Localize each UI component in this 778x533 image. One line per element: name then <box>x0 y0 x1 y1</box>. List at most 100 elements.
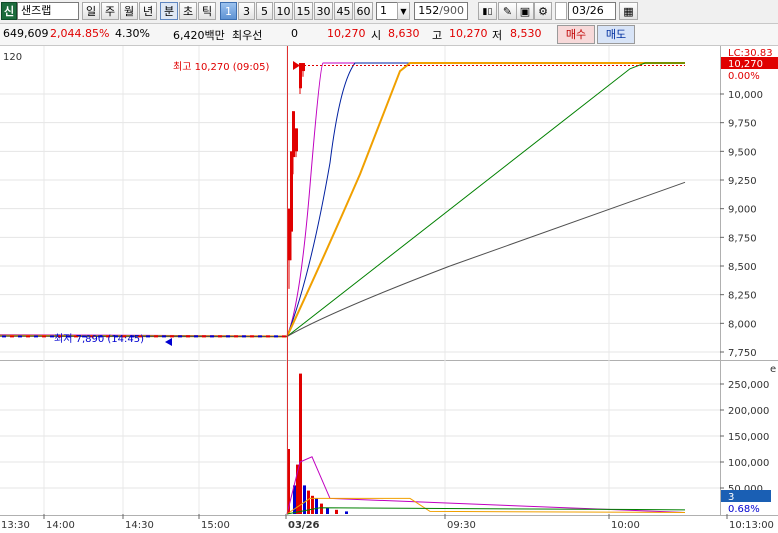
period-year-button[interactable]: 년 <box>139 2 157 20</box>
price-tick-label: 8,750 <box>728 233 757 244</box>
low-label: 저 <box>492 29 503 42</box>
high-label: 고 <box>432 29 443 42</box>
date-field[interactable]: 03/26 <box>568 2 616 20</box>
candle-body <box>242 335 246 338</box>
candle-body <box>170 335 174 338</box>
chevron-down-icon[interactable]: ▼ <box>397 2 410 20</box>
interval-10-button[interactable]: 10 <box>274 2 293 20</box>
sell-button[interactable]: 매도 <box>597 25 635 44</box>
candle-body <box>18 335 22 338</box>
candle-body <box>10 335 14 338</box>
candle-body <box>194 335 198 338</box>
save-icon[interactable]: ▣ <box>516 2 534 20</box>
volume-badge: 3 <box>728 492 734 503</box>
price-tick-label: 8,500 <box>728 262 757 273</box>
candle-body <box>34 335 38 338</box>
candle-body <box>186 335 190 338</box>
percent-badge: 0.00% <box>728 71 760 82</box>
candle-body <box>42 335 46 338</box>
trade-amount: 6,420백만 <box>173 29 225 42</box>
high-price: 10,270 <box>449 27 488 40</box>
candle-body <box>226 335 230 338</box>
time-tick-label: 09:30 <box>447 520 476 531</box>
volume-bar <box>299 373 302 514</box>
volume-bar <box>326 507 329 514</box>
gear-icon[interactable]: ⚙ <box>534 2 552 20</box>
time-tick-label: 13:30 <box>1 520 30 531</box>
time-tick-label: 03/26 <box>288 520 320 531</box>
volume-bar <box>303 485 306 514</box>
count-total: /900 <box>439 4 464 17</box>
candle-body <box>292 111 295 158</box>
volume-tick-label: 150,000 <box>728 432 769 443</box>
candle-body <box>154 335 158 338</box>
price-tick-label: 9,750 <box>728 119 757 130</box>
price-tick-label: 9,000 <box>728 205 757 216</box>
volume-axis-ticks: 250,000200,000150,000100,00050,000 <box>720 380 769 495</box>
interval-1-button[interactable]: 1 <box>220 2 237 20</box>
candle-body <box>266 335 270 338</box>
buy-button[interactable]: 매수 <box>557 25 595 44</box>
time-tick-label: 14:00 <box>46 520 75 531</box>
price-tick-label: 8,250 <box>728 291 757 302</box>
time-tick-label: 10:00 <box>611 520 640 531</box>
candle-body <box>26 335 30 338</box>
time-axis: 13:30 14:00 14:30 15:00 03/26 09:30 10:00 10:13… <box>1 514 774 531</box>
interval-15-button[interactable]: 15 <box>294 2 313 20</box>
candle-body <box>218 335 222 338</box>
price-axis-ticks: 10,000 9,750 9,500 9,250 9,000 8,750 8,500 8,25… <box>720 90 763 359</box>
candle-body <box>258 335 262 338</box>
period-month-button[interactable]: 월 <box>120 2 138 20</box>
price-tick-label: 8,000 <box>728 319 757 330</box>
current-price: 10,270 <box>327 27 366 40</box>
volume-panel-corner-icon: e <box>770 364 776 375</box>
volume-tick-label: 250,000 <box>728 380 769 391</box>
interval-5-button[interactable]: 5 <box>256 2 273 20</box>
volume-percent-badge: 0.68% <box>728 504 760 515</box>
interval-3-button[interactable]: 3 <box>238 2 255 20</box>
price-tick-label: 9,250 <box>728 176 757 187</box>
interval-60-button[interactable]: 60 <box>354 2 373 20</box>
open-price: 8,630 <box>388 27 420 40</box>
count-field[interactable]: 152/900 <box>414 2 468 20</box>
count-value: 152 <box>418 4 440 17</box>
price-tick-label: 9,500 <box>728 147 757 158</box>
candle-body <box>146 335 150 338</box>
calendar-icon[interactable]: ▦ <box>619 2 638 20</box>
volume-bar <box>315 498 318 514</box>
low-price: 8,530 <box>510 27 542 40</box>
interval-select[interactable]: 1 <box>376 2 398 20</box>
period-day-button[interactable]: 일 <box>82 2 100 20</box>
candle-type-icon[interactable]: ▮▯ <box>478 2 497 20</box>
period-tick-button[interactable]: 틱 <box>198 2 216 20</box>
stock-name-field[interactable]: 샌즈랩 <box>17 2 79 20</box>
best-bid-value: 0 <box>291 27 298 40</box>
draw-tool-icon[interactable]: ✎ <box>498 2 517 20</box>
price-tick-label: 10,000 <box>728 90 763 101</box>
volume-bar <box>320 503 323 514</box>
time-tick-label: 10:13:00 <box>729 520 774 531</box>
date-checkbox[interactable] <box>555 2 567 20</box>
candle-body <box>2 335 6 338</box>
period-week-button[interactable]: 주 <box>101 2 119 20</box>
period-minute-button[interactable]: 분 <box>160 2 178 20</box>
volume-tick-label: 200,000 <box>728 406 769 417</box>
candle-body <box>178 335 182 338</box>
time-tick-label: 15:00 <box>201 520 230 531</box>
best-bid-label: 최우선 <box>232 29 263 42</box>
candle-body <box>299 63 302 89</box>
toolbar: 신 샌즈랩 일 주 월 년 분 초 틱 1 3 5 10 15 30 45 60… <box>0 0 778 24</box>
period-second-button[interactable]: 초 <box>179 2 197 20</box>
stock-chart[interactable]: 120 최고 10,270 (09:05) 최저 7,890 (14:45) L… <box>0 46 778 533</box>
candle-body <box>250 335 254 338</box>
volume-bar <box>335 509 338 514</box>
candle-body <box>295 128 298 152</box>
interval-45-button[interactable]: 45 <box>334 2 353 20</box>
candle-body <box>234 335 238 338</box>
candle-body <box>210 335 214 338</box>
candle-body <box>302 63 305 72</box>
current-price-badge: 10,270 <box>728 59 763 70</box>
candle-body <box>202 335 206 338</box>
interval-30-button[interactable]: 30 <box>314 2 333 20</box>
quote-info-bar: 649,609 2,044.85% 4.30% 6,420백만 최우선 0 10… <box>0 24 778 46</box>
